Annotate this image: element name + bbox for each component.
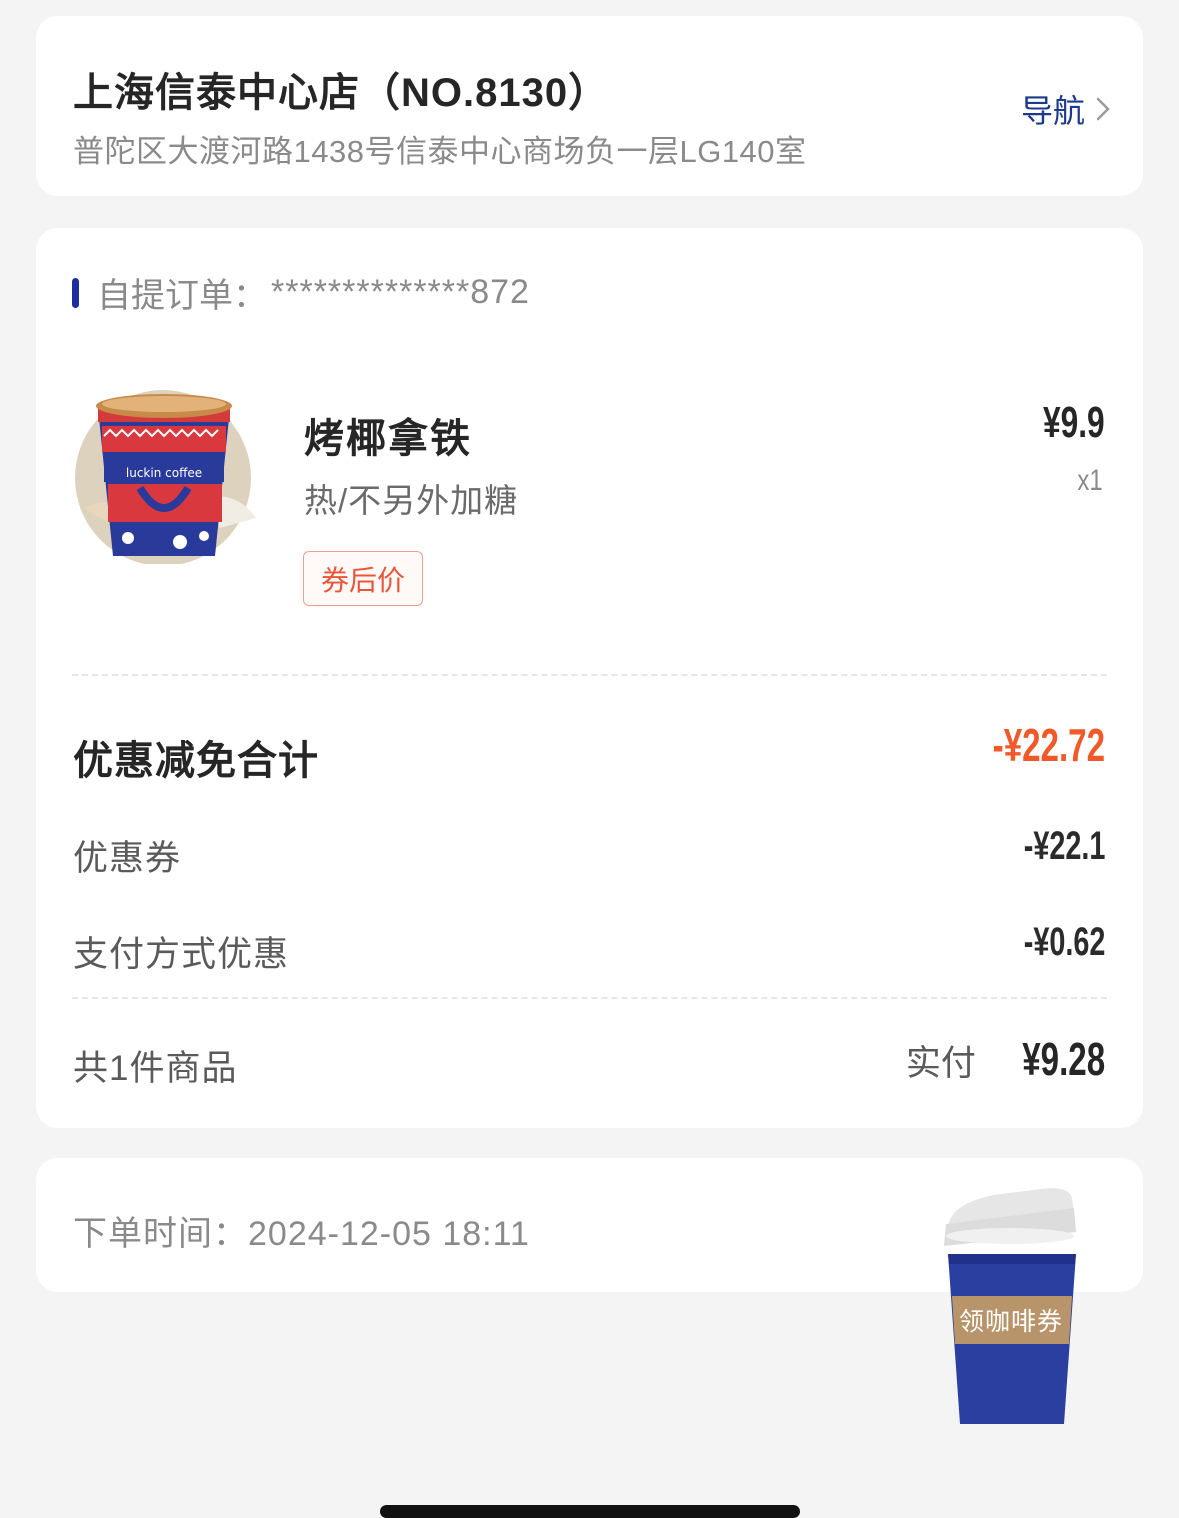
section-marker: [72, 277, 79, 308]
coupon-value: -¥22.1: [1023, 824, 1105, 868]
product-image[interactable]: luckin coffee: [70, 378, 256, 564]
store-address: 普陀区大渡河路1438号信泰中心商场负一层LG140室: [73, 134, 807, 169]
order-number: **************872: [271, 273, 530, 311]
paid-summary: 实付 ¥9.28: [906, 1032, 1105, 1086]
item-count: 共1件商品: [73, 1049, 238, 1088]
order-time: 下单时间：2024-12-05 18:11: [73, 1215, 530, 1253]
get-coffee-coupon-label: 领咖啡券: [958, 1308, 1063, 1336]
product-quantity: x1: [1077, 464, 1103, 497]
divider: [72, 997, 1107, 999]
home-indicator[interactable]: [380, 1505, 800, 1518]
payment-discount-value: -¥0.62: [1023, 920, 1105, 964]
payment-discount-label: 支付方式优惠: [73, 935, 290, 974]
product-price: ¥9.9: [1043, 398, 1105, 447]
coupon-label: 优惠券: [73, 839, 182, 878]
store-name: 上海信泰中心店（NO.8130）: [73, 71, 610, 115]
order-header: 自提订单： **************872: [72, 268, 530, 317]
order-card: 自提订单： **************872 luckin coffee 烤椰…: [36, 228, 1143, 1128]
chevron-right-icon: [1096, 97, 1110, 121]
coupon-price-badge: 券后价: [303, 551, 423, 606]
divider: [72, 674, 1107, 676]
get-coffee-coupon-button[interactable]: 领咖啡券: [940, 1184, 1080, 1426]
product-name: 烤椰拿铁: [304, 417, 472, 461]
svg-text:luckin coffee: luckin coffee: [126, 466, 202, 480]
paid-amount: ¥9.28: [1022, 1033, 1105, 1085]
navigation-label: 导航: [1020, 93, 1085, 129]
discount-total-label: 优惠减免合计: [73, 739, 319, 783]
product-spec: 热/不另外加糖: [304, 482, 519, 519]
discount-total-value: -¥22.72: [992, 719, 1105, 771]
navigation-button[interactable]: 导航: [1021, 86, 1113, 132]
paid-label: 实付: [905, 1044, 976, 1083]
store-card: 上海信泰中心店（NO.8130） 普陀区大渡河路1438号信泰中心商场负一层LG…: [36, 16, 1143, 196]
order-label: 自提订单：: [97, 277, 267, 315]
